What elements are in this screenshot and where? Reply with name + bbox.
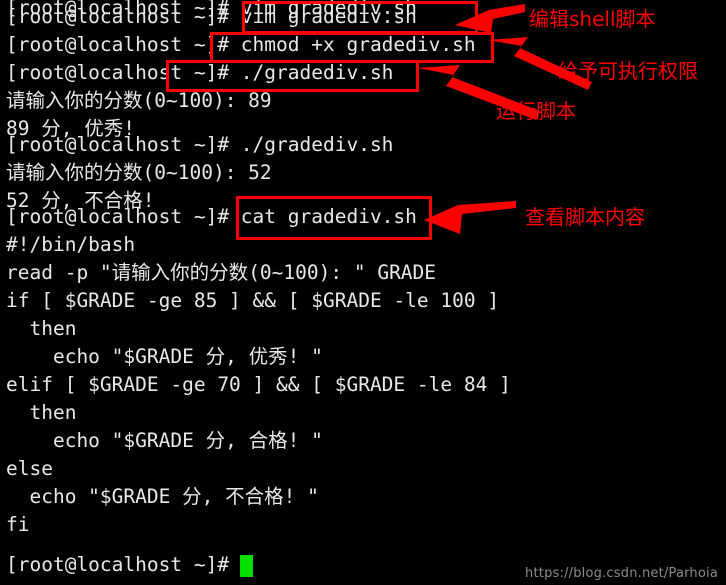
annotation-label: 给予可执行权限 <box>558 59 698 83</box>
annotation-label: 查看脚本内容 <box>525 205 645 229</box>
terminal-line: then <box>6 401 77 424</box>
terminal-line: #!/bin/bash <box>6 233 136 256</box>
terminal-line: else <box>6 457 53 480</box>
terminal-line: if [ $GRADE -ge 85 ] && [ $GRADE -le 100… <box>6 289 500 312</box>
terminal-line: echo "$GRADE 分, 合格! " <box>6 429 323 452</box>
terminal-line: [root@localhost ~]# chmod +x gradediv.sh <box>6 33 476 56</box>
watermark-text: https://blog.csdn.net/Parhoia <box>525 566 718 581</box>
terminal-line: [root@localhost ~]# ./gradediv.sh <box>6 61 394 84</box>
terminal-line: 请输入你的分数(0~100): 52 <box>6 161 272 184</box>
terminal-line: echo "$GRADE 分, 优秀! " <box>6 345 323 368</box>
terminal-line: [root@localhost ~]# vim gradediv.sh <box>6 5 417 28</box>
terminal-output[interactable]: [root@localhost ~]# vim gradediv.sh [root… <box>0 0 726 585</box>
annotation-label: 编辑shell脚本 <box>529 7 656 31</box>
terminal-line: [root@localhost ~]# ./gradediv.sh <box>6 133 394 156</box>
terminal-line: then <box>6 317 77 340</box>
annotation-label: 运行脚本 <box>496 99 576 123</box>
terminal-line: fi <box>6 513 30 536</box>
terminal-line: read -p "请输入你的分数(0~100): " GRADE <box>6 261 437 284</box>
terminal-line: elif [ $GRADE -ge 70 ] && [ $GRADE -le 8… <box>6 373 511 396</box>
terminal-cursor <box>240 555 254 577</box>
terminal-line: [root@localhost ~]# cat gradediv.sh <box>6 205 417 228</box>
arrow-view-script <box>424 201 516 234</box>
terminal-screenshot: [root@localhost ~]# vim gradediv.sh [root… <box>0 0 726 585</box>
terminal-line: [root@localhost ~]# <box>6 553 241 576</box>
terminal-line: 请输入你的分数(0~100): 89 <box>6 89 272 112</box>
terminal-line: echo "$GRADE 分, 不合格! " <box>6 485 319 508</box>
